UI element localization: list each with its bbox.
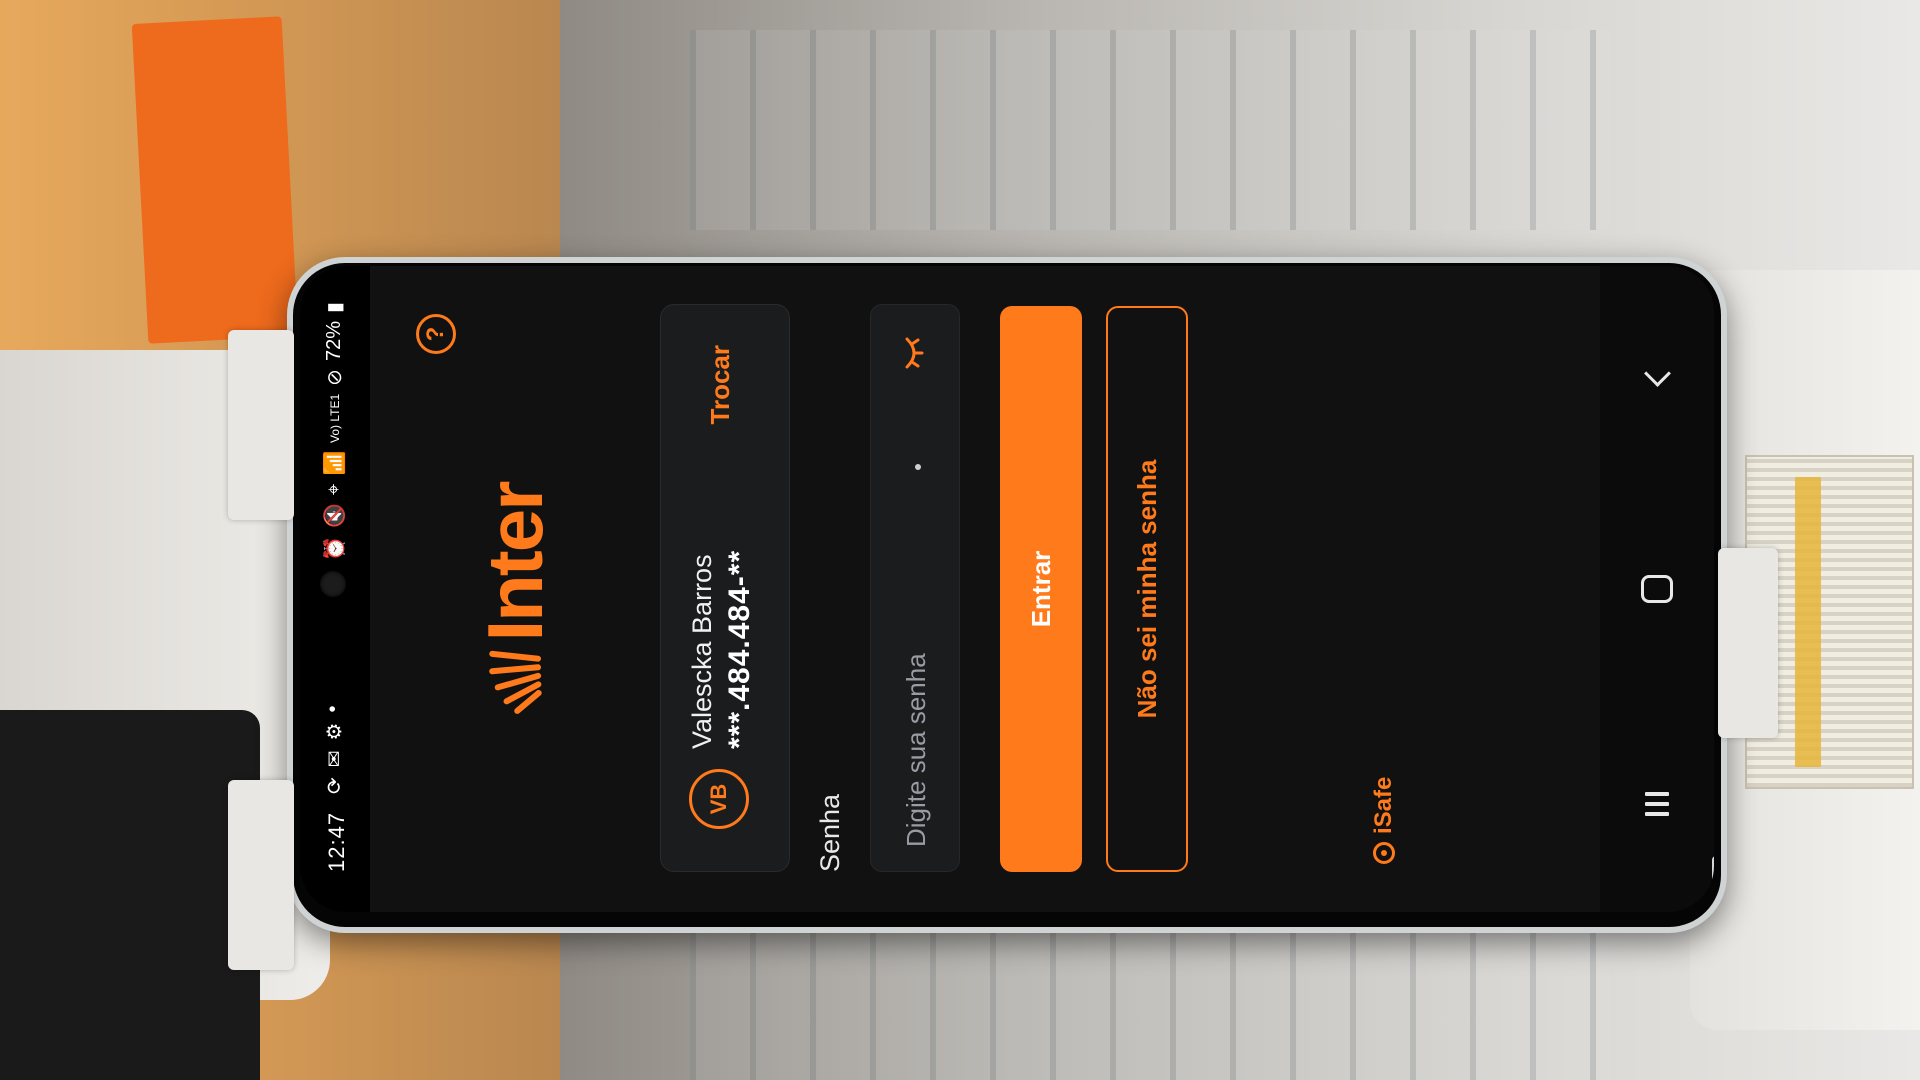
phone-screen: 12:47 ⟳ ✉ ⚙ • ⏰ 🔇 ⌖ 📶 Vo) LTE1 ⊘ 72% ▮ ? bbox=[300, 266, 1714, 912]
forgot-password-button[interactable]: Não sei minha senha bbox=[1106, 306, 1188, 872]
battery-label: 72% bbox=[323, 321, 345, 362]
recent-apps-button[interactable] bbox=[1627, 759, 1687, 849]
status-system-icons: ⏰ 🔇 ⌖ 📶 Vo) LTE1 ⊘ 72% ▮ bbox=[322, 302, 347, 561]
status-bar: 12:47 ⟳ ✉ ⚙ • ⏰ 🔇 ⌖ 📶 Vo) LTE1 ⊘ 72% ▮ bbox=[300, 266, 370, 912]
inter-logo: Inter bbox=[470, 266, 560, 912]
background-black-block bbox=[0, 710, 260, 1080]
account-name: Valescka Barros bbox=[687, 554, 717, 749]
front-camera bbox=[320, 571, 346, 597]
avatar: VB bbox=[689, 769, 749, 829]
alarm-icon: ⏰ bbox=[324, 536, 346, 561]
mute-icon: 🔇 bbox=[324, 503, 346, 529]
warning-stripe bbox=[1795, 477, 1821, 767]
password-input[interactable] bbox=[871, 425, 961, 849]
settings-icon: ⚙ bbox=[324, 722, 346, 741]
switch-account-link[interactable]: Trocar bbox=[705, 345, 736, 425]
home-icon bbox=[1641, 575, 1673, 604]
inter-logo-mark-icon bbox=[485, 650, 545, 715]
status-notification-icons: ⟳ ✉ ⚙ • bbox=[322, 706, 347, 794]
back-button[interactable] bbox=[1627, 329, 1687, 419]
eye-closed-icon-svg bbox=[905, 337, 924, 369]
gesture-handle bbox=[1712, 856, 1714, 912]
password-label: Senha bbox=[815, 793, 845, 872]
data-saver-icon: ⊘ bbox=[324, 369, 346, 386]
message-icon: ✉ bbox=[324, 750, 346, 768]
isafe-label: iSafe bbox=[1370, 776, 1397, 834]
help-icon[interactable]: ? bbox=[416, 314, 456, 354]
isafe-link[interactable]: iSafe bbox=[1370, 777, 1398, 864]
battery-icon: ▮ bbox=[324, 302, 346, 314]
account-card: VB Valescka Barros ***.484.484-** Trocar bbox=[660, 304, 790, 872]
background-orange-box bbox=[131, 16, 299, 344]
isafe-icon bbox=[1373, 842, 1395, 864]
enter-button[interactable]: Entrar bbox=[1000, 306, 1082, 872]
dot-icon: • bbox=[322, 705, 344, 713]
sync-icon: ⟳ bbox=[324, 777, 346, 794]
inter-login-app: 12:47 ⟳ ✉ ⚙ • ⏰ 🔇 ⌖ 📶 Vo) LTE1 ⊘ 72% ▮ ? bbox=[300, 266, 1714, 912]
location-icon: ⌖ bbox=[323, 483, 345, 496]
status-time: 12:47 bbox=[324, 811, 349, 872]
recent-apps-icon bbox=[1645, 792, 1669, 817]
phone-holder-clip bbox=[1718, 548, 1778, 738]
text-cursor-dot bbox=[915, 464, 921, 470]
network-label: Vo) LTE1 bbox=[327, 393, 342, 443]
android-nav-bar bbox=[1600, 266, 1714, 912]
eye-closed-icon[interactable] bbox=[897, 333, 933, 373]
home-button[interactable] bbox=[1627, 544, 1687, 634]
logo-text: Inter bbox=[470, 482, 559, 642]
password-field[interactable] bbox=[870, 304, 961, 872]
phone-holder-clip bbox=[228, 780, 294, 970]
background-rail-top bbox=[690, 30, 1610, 230]
phone-holder-clip bbox=[228, 330, 294, 520]
account-document: ***.484.484-** bbox=[723, 549, 756, 749]
wifi-icon: 📶 bbox=[324, 450, 346, 476]
back-icon bbox=[1643, 360, 1671, 388]
